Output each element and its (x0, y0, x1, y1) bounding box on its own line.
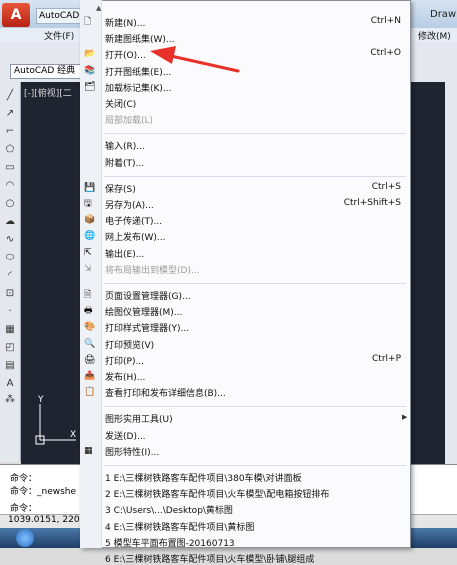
plot-preview-icon: 🔍 (84, 338, 96, 349)
menu-item-recent-5[interactable]: 5 模型车平面布置图-20160713 (105, 536, 235, 549)
menu-shortcut-save-as: Ctrl+Shift+S (343, 198, 401, 208)
etransmit-icon: 📦 (84, 215, 96, 226)
menu-item-plot[interactable]: 打印(P)... (105, 354, 144, 367)
menu-item-open[interactable]: 打开(O)... (105, 48, 146, 61)
table-tool-icon[interactable]: ▤ (4, 360, 16, 372)
menu-item-partial-load: 局部加载(L) (105, 116, 154, 127)
menu-item-plot-style-manager[interactable]: 打印样式管理器(Y)... (105, 321, 189, 334)
publish-icon: 📤 (84, 371, 96, 381)
scroll-up-icon[interactable]: ▲ (96, 4, 101, 12)
menu-modify[interactable]: 修改(M) (418, 29, 451, 42)
coordinate-readout: 1039.0151, 2201. (8, 515, 89, 525)
menu-separator (104, 283, 406, 284)
menu-file[interactable]: 文件(F) (44, 29, 74, 42)
submenu-arrow-icon: ▶ (402, 413, 408, 422)
menu-item-send[interactable]: 发送(D)... (105, 429, 146, 442)
point-tool-icon[interactable]: · (4, 306, 16, 318)
polyline-tool-icon[interactable]: ⌐ (4, 126, 16, 138)
export-icon: ⇱ (84, 247, 92, 258)
menu-item-etransmit[interactable]: 电子传递(T)... (105, 214, 162, 227)
command-prompt[interactable]: 命令： (10, 501, 37, 514)
menu-shortcut-plot: Ctrl+P (372, 353, 401, 364)
drawing-title: Drawi (430, 9, 457, 20)
start-button[interactable] (16, 529, 34, 547)
menu-item-open-sheet-set[interactable]: 打开图纸集(E)... (105, 65, 171, 78)
insert-block-tool-icon[interactable]: ⊡ (4, 288, 16, 300)
xline-tool-icon[interactable]: ↗ (4, 108, 16, 120)
menu-item-recent-3[interactable]: 3 C:\Users\...\Desktop\黄标图 (105, 503, 233, 516)
circle-tool-icon[interactable]: ○ (4, 198, 16, 210)
menu-separator (104, 175, 406, 177)
menu-item-save[interactable]: 保存(S) (105, 182, 136, 195)
rectangle-tool-icon[interactable]: ▭ (4, 162, 16, 174)
publish-web-icon: 🌐 (84, 231, 96, 242)
menu-shortcut-open: Ctrl+O (370, 48, 401, 59)
menu-separator (104, 465, 406, 466)
workspace-select[interactable]: AutoCAD 经典 (10, 64, 81, 79)
menu-item-publish-web[interactable]: 网上发布(W)... (105, 230, 166, 243)
markup-set-icon: 🗂 (84, 81, 96, 92)
menu-item-export[interactable]: 输出(E)... (105, 247, 144, 260)
right-toolbar (445, 82, 457, 464)
menu-separator (104, 406, 406, 408)
menu-item-recent-1[interactable]: 1 E:\三棵树铁路客车配件项目\380车模\对讲面板 (105, 471, 302, 484)
ellipse-tool-icon[interactable]: ⬭ (4, 252, 16, 264)
plot-details-icon: 📋 (84, 387, 96, 398)
menu-item-plotter-manager[interactable]: 绘图仪管理器(M)... (105, 305, 182, 318)
save-icon: 💾 (84, 182, 96, 193)
menu-item-recent-6[interactable]: 6 E:\三棵树铁路客车配件项目\火车模型\卧铺\腿组成 (105, 552, 314, 565)
command-history-line: 命令： (10, 474, 38, 484)
menu-item-attach[interactable]: 附着(T)... (105, 156, 144, 169)
menu-item-export-layout: 将布局输出到模型(D)... (105, 265, 200, 276)
mtext-tool-icon[interactable]: A (4, 378, 16, 390)
menu-item-drawing-properties[interactable]: 图形特性(I)... (105, 445, 159, 458)
add-selected-tool-icon[interactable]: ⁂ (4, 394, 16, 406)
menu-item-new-sheet-set[interactable]: 新建图纸集(W)... (105, 32, 175, 45)
page-setup-icon: 🗎 (84, 290, 92, 300)
menu-shortcut-save: Ctrl+S (371, 181, 401, 192)
menu-item-drawing-utilities[interactable]: 图形实用工具(U) (105, 412, 173, 425)
line-tool-icon[interactable]: ╱ (4, 90, 16, 102)
menu-item-load-markup-set[interactable]: 加载标记集(K)... (105, 81, 172, 94)
menu-item-new[interactable]: 新建(N)... (105, 16, 145, 29)
menu-item-import[interactable]: 输入(R)... (105, 139, 145, 152)
properties-icon: ▦ (84, 445, 93, 456)
viewport-label[interactable]: [-][俯视][二 (24, 86, 72, 99)
ucs-y-label: Y (38, 395, 44, 405)
plot-style-icon: 🎨 (84, 322, 96, 333)
menu-item-recent-2[interactable]: 2 E:\三棵树铁路客车配件项目\火车模型\配电箱按钮排布 (105, 487, 329, 500)
open-folder-icon: 📂 (84, 49, 96, 60)
polygon-tool-icon[interactable]: ⬠ (4, 144, 16, 156)
export-layout-icon: ⇲ (84, 263, 92, 274)
ucs-x-label: X (70, 430, 77, 440)
new-file-icon: 🗋 (84, 17, 92, 27)
spline-tool-icon[interactable]: ∿ (4, 234, 16, 246)
menu-item-recent-4[interactable]: 4 E:\三棵树铁路客车配件项目\黄标图 (105, 520, 254, 533)
menu-item-plot-details[interactable]: 查看打印和发布详细信息(B)... (105, 386, 226, 399)
hatch-tool-icon[interactable]: ▦ (4, 324, 16, 336)
command-history-line: 命令：_newshe (10, 487, 77, 497)
ellipse-arc-tool-icon[interactable]: ◜ (4, 270, 16, 282)
region-tool-icon[interactable]: ◰ (4, 342, 16, 354)
menu-item-publish[interactable]: 发布(H)... (105, 370, 145, 383)
arc-tool-icon[interactable]: ◠ (4, 180, 16, 192)
application-menu-button[interactable]: A (2, 3, 30, 27)
menu-item-close[interactable]: 关闭(C) (105, 97, 136, 110)
menu-shortcut-new: Ctrl+N (370, 16, 401, 26)
menu-item-plot-preview[interactable]: 打印预览(V) (105, 338, 154, 351)
print-icon: 🖨 (84, 354, 96, 365)
menu-separator (104, 133, 406, 135)
plotter-icon: 🖶 (84, 306, 93, 317)
revcloud-tool-icon[interactable]: ☁ (4, 216, 16, 228)
save-as-icon: 🖫 (84, 199, 92, 209)
quick-access-tab[interactable]: AutoCAD (36, 8, 86, 24)
menu-item-page-setup[interactable]: 页面设置管理器(G)... (105, 289, 191, 302)
sheet-set-icon: 📚 (84, 65, 96, 76)
menu-item-save-as[interactable]: 另存为(A)... (105, 198, 154, 211)
